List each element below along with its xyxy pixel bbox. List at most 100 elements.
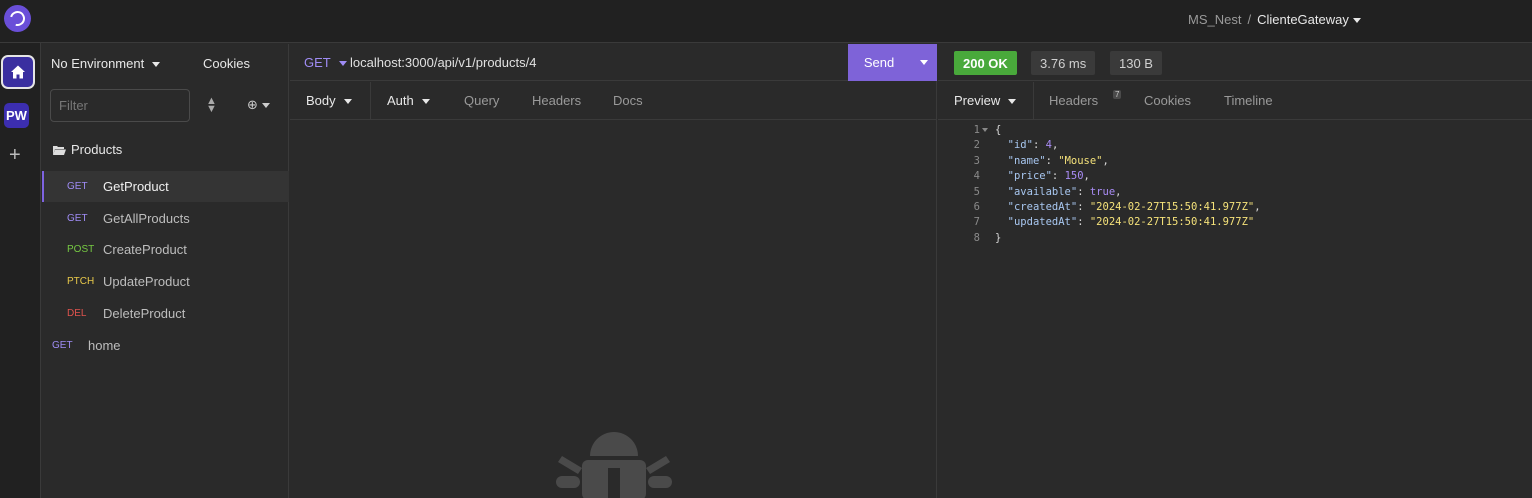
- code-line: 3 "name": "Mouse",: [958, 155, 1261, 170]
- json-key: "updatedAt": [1007, 216, 1078, 229]
- line-number: 1: [973, 124, 980, 136]
- line-number: 8: [973, 231, 980, 244]
- json-key: "createdAt": [1007, 200, 1078, 213]
- tab-timeline[interactable]: Timeline: [1224, 93, 1273, 108]
- method-badge: GET: [67, 213, 88, 224]
- json-key: "name": [1007, 154, 1046, 167]
- send-options-button[interactable]: [910, 60, 937, 65]
- json-value: true: [1089, 185, 1116, 198]
- environment-selector[interactable]: No Environment: [51, 56, 161, 71]
- sidebar-item-updateproduct[interactable]: PTCH UpdateProduct: [42, 266, 289, 297]
- method-badge: GET: [67, 181, 88, 192]
- method-badge: PTCH: [67, 276, 95, 287]
- project-pw-button[interactable]: PW: [4, 103, 29, 128]
- tab-auth[interactable]: Auth: [387, 93, 430, 108]
- send-label: Send: [863, 55, 895, 70]
- response-time-badge: 3.76 ms: [1031, 51, 1096, 75]
- json-value: 150: [1064, 170, 1084, 183]
- tab-preview[interactable]: Preview: [954, 93, 1017, 108]
- json-key: "id": [1007, 139, 1033, 152]
- plus-circle-icon: ⊕: [247, 97, 258, 112]
- add-request-button[interactable]: ⊕: [247, 97, 270, 113]
- breadcrumb-project[interactable]: MS_Nest: [1188, 12, 1241, 27]
- sidebar-item-createproduct[interactable]: POST CreateProduct: [42, 234, 289, 265]
- response-tabs: Preview Headers 7 Cookies Timeline: [938, 82, 1532, 120]
- code-line: 2 "id": 4,: [958, 139, 1261, 154]
- response-pane: 200 OK 3.76 ms 130 B Preview Headers 7 Co…: [938, 44, 1532, 498]
- response-size-badge: 130 B: [1110, 51, 1162, 75]
- chevron-down-icon: [343, 99, 352, 105]
- home-button[interactable]: [1, 55, 35, 89]
- code-line: 6 "createdAt": "2024-02-27T15:50:41.977Z…: [958, 201, 1261, 216]
- request-name: GetAllProducts: [103, 211, 190, 226]
- left-rail: PW +: [0, 43, 41, 498]
- send-button[interactable]: Send: [848, 44, 937, 81]
- headers-count-badge: 7: [1113, 90, 1122, 99]
- tab-query[interactable]: Query: [464, 93, 499, 108]
- request-name: UpdateProduct: [103, 274, 190, 289]
- tab-response-cookies[interactable]: Cookies: [1144, 93, 1191, 108]
- add-project-button[interactable]: +: [9, 145, 21, 165]
- tab-label: Headers: [1049, 93, 1099, 108]
- method-badge: GET: [52, 340, 73, 351]
- json-comma: ,: [1102, 154, 1109, 167]
- code-line: 5 "available": true,: [958, 186, 1261, 201]
- tab-divider: [1033, 82, 1034, 120]
- folder-products[interactable]: Products: [52, 142, 122, 157]
- sidebar-item-deleteproduct[interactable]: DEL DeleteProduct: [42, 298, 289, 329]
- folder-open-icon: [53, 145, 66, 155]
- tab-docs[interactable]: Docs: [613, 93, 643, 108]
- app-logo-icon[interactable]: [4, 5, 31, 32]
- tab-body[interactable]: Body: [306, 93, 352, 108]
- tab-label: Preview: [954, 93, 1001, 108]
- tab-response-headers[interactable]: Headers 7: [1049, 90, 1122, 108]
- json-preview: 1 { 2 "id": 4, 3 "name": "Mouse", 4 "pric…: [958, 124, 1261, 247]
- top-bar: MS_Nest / ClienteGateway: [0, 0, 1532, 43]
- json-value: "Mouse": [1058, 154, 1103, 167]
- status-badge: 200 OK: [954, 51, 1017, 75]
- environment-label: No Environment: [51, 56, 145, 71]
- request-name: home: [88, 338, 121, 353]
- filter-input[interactable]: [50, 89, 190, 122]
- method-selector[interactable]: GET: [304, 55, 347, 70]
- tab-label: Body: [306, 93, 336, 108]
- cookies-button[interactable]: Cookies: [203, 56, 250, 71]
- method-label: GET: [304, 55, 331, 70]
- line-number: 6: [973, 200, 980, 213]
- fold-arrow-icon[interactable]: [982, 128, 988, 132]
- json-value: "2024-02-27T15:50:41.977Z": [1089, 216, 1255, 229]
- tab-divider: [370, 82, 371, 120]
- json-comma: ,: [1254, 200, 1261, 213]
- line-number: 4: [973, 170, 980, 183]
- line-number: 7: [973, 216, 980, 229]
- code-text: }: [995, 231, 1002, 244]
- sort-icon[interactable]: ▲ ▼: [206, 96, 217, 115]
- method-badge: DEL: [67, 308, 87, 319]
- sidebar-item-getallproducts[interactable]: GET GetAllProducts: [42, 203, 289, 234]
- tab-label: Auth: [387, 93, 414, 108]
- json-key: "price": [1007, 170, 1052, 183]
- sidebar-item-getproduct[interactable]: GET GetProduct: [42, 171, 289, 202]
- breadcrumb: MS_Nest / ClienteGateway: [1188, 12, 1361, 27]
- sidebar-item-home[interactable]: GET home: [42, 330, 289, 361]
- chevron-down-icon: [152, 62, 161, 68]
- code-line: 7 "updatedAt": "2024-02-27T15:50:41.977Z…: [958, 216, 1261, 231]
- breadcrumb-collection-label: ClienteGateway: [1257, 12, 1349, 27]
- json-comma: ,: [1051, 139, 1059, 152]
- chevron-down-icon: [919, 60, 928, 65]
- json-value: "2024-02-27T15:50:41.977Z": [1089, 200, 1255, 213]
- chevron-down-icon: [421, 99, 430, 105]
- chevron-down-icon: [1352, 18, 1361, 24]
- tab-headers[interactable]: Headers: [532, 93, 581, 108]
- breadcrumb-separator: /: [1247, 12, 1252, 27]
- request-tabs: Body Auth Query Headers Docs: [290, 82, 937, 120]
- method-badge: POST: [67, 244, 95, 255]
- line-number: 2: [973, 139, 980, 152]
- breadcrumb-collection[interactable]: ClienteGateway: [1257, 12, 1361, 27]
- json-key: "available": [1007, 185, 1078, 198]
- url-input[interactable]: localhost:3000/api/v1/products/4: [350, 55, 536, 70]
- response-status-bar: 200 OK 3.76 ms 130 B: [938, 44, 1532, 81]
- code-text: {: [995, 124, 1002, 136]
- bug-icon: [556, 432, 672, 498]
- line-number: 3: [973, 154, 980, 167]
